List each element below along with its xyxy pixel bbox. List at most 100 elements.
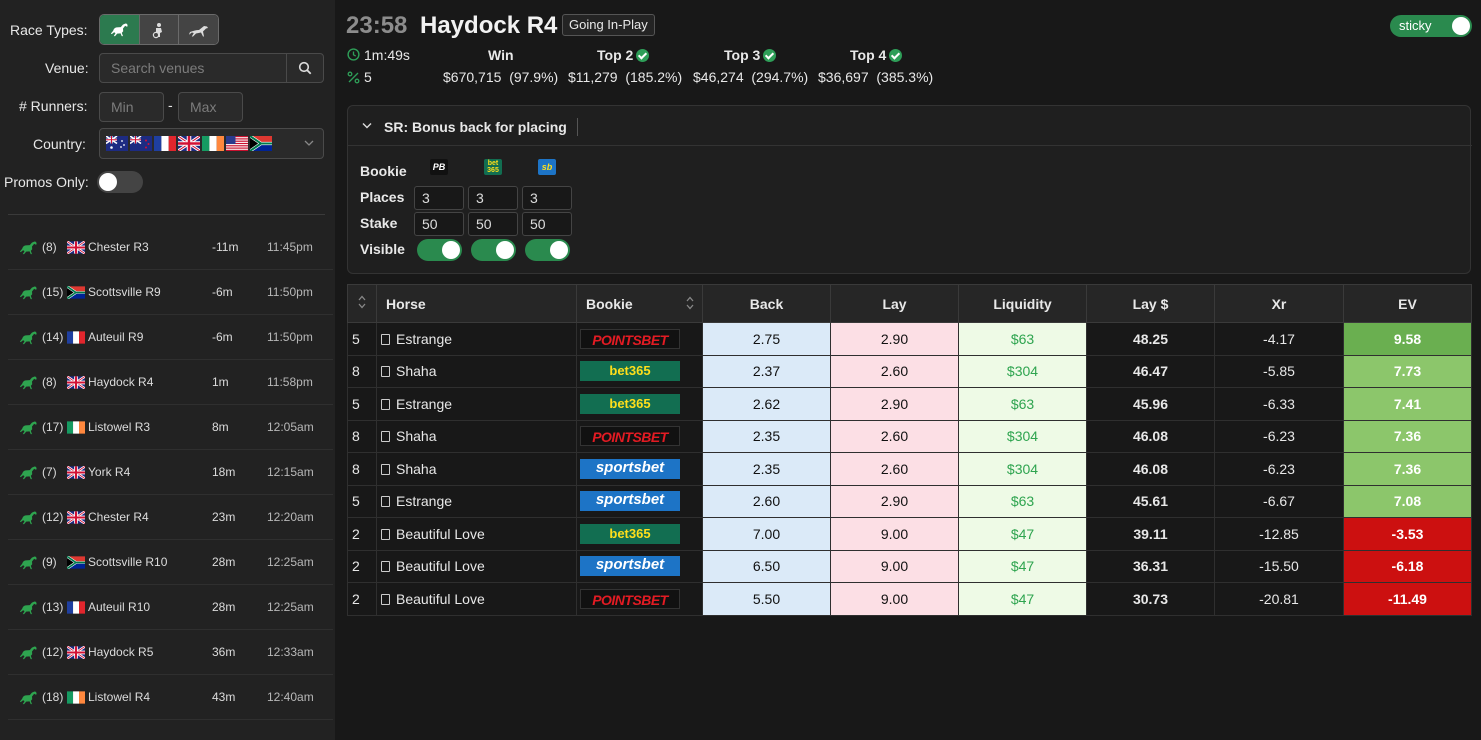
promo-panel-header[interactable]: SR: Bonus back for placing (348, 106, 1472, 146)
horse-cell[interactable]: Shaha (376, 419, 577, 453)
flag-nz-icon (130, 136, 152, 151)
race-type-horse-button[interactable] (100, 15, 140, 44)
horse-name: Shaha (396, 460, 437, 477)
visible-toggle-pointsbet[interactable] (417, 239, 462, 261)
bookie-logo[interactable]: bet365 (580, 361, 680, 382)
bookie-logo[interactable]: bet365 (580, 523, 680, 544)
race-start-time: 12:25am (267, 600, 314, 614)
sidebar: Race Types: Venue: # Runners: - Country: (0, 0, 335, 740)
race-list-item[interactable]: (18) Listowel R4 43m 12:40am (8, 675, 333, 720)
flag-us-icon (226, 136, 248, 151)
table-row[interactable]: 5 Estrange POINTSBET 2.75 2.90 $63 48.25 -4.17 9… (347, 322, 1472, 356)
table-row[interactable]: 8 Shaha bet365 2.37 2.60 $304 46.47 -5.85 7.73 (347, 354, 1472, 388)
race-list-item[interactable]: (8) Haydock R4 1m 11:58pm (8, 360, 333, 405)
horse-racing-icon (18, 600, 38, 616)
copy-icon[interactable] (381, 333, 390, 345)
race-list-item[interactable]: (14) Auteuil R9 -6m 11:50pm (8, 315, 333, 360)
visible-toggle-sportsbet[interactable] (525, 239, 570, 261)
copy-icon[interactable] (381, 398, 390, 410)
horse-cell[interactable]: Shaha (376, 354, 577, 388)
stake-input-pointsbet[interactable] (414, 212, 464, 236)
table-row[interactable]: 5 Estrange sportsbet 2.60 2.90 $63 45.61 -6.67 7… (347, 484, 1472, 518)
copy-icon[interactable] (381, 463, 390, 475)
race-time-to-start: 18m (212, 465, 236, 479)
places-input-sportsbet[interactable] (522, 186, 572, 210)
column-header-lay-stake[interactable]: Lay $ (1086, 284, 1215, 323)
copy-icon[interactable] (381, 561, 390, 573)
copy-icon[interactable] (381, 593, 390, 605)
bookie-logo[interactable]: sportsbet (580, 556, 680, 577)
runners-min-input[interactable] (99, 92, 164, 122)
table-row[interactable]: 2 Beautiful Love POINTSBET 5.50 9.00 $47 30.73… (347, 582, 1472, 616)
horse-cell[interactable]: Beautiful Love (376, 549, 577, 583)
table-row[interactable]: 8 Shaha sportsbet 2.35 2.60 $304 46.08 -6.23 7.3… (347, 452, 1472, 486)
race-runners: (18) (42, 690, 64, 704)
race-list-item[interactable]: (9) Scottsville R10 28m 12:25am (8, 540, 333, 585)
horse-cell[interactable]: Shaha (376, 452, 577, 486)
places-input-bet365[interactable] (468, 186, 518, 210)
race-list-item[interactable]: (13) Auteuil R10 28m 12:25am (8, 585, 333, 630)
bookie-logo[interactable]: sportsbet (580, 458, 680, 479)
back-odds: 6.50 (702, 549, 831, 583)
win-stat: $670,715 (97.9%) (443, 69, 559, 85)
column-header-liquidity[interactable]: Liquidity (958, 284, 1087, 323)
bookie-logo[interactable]: POINTSBET (580, 426, 680, 447)
horse-cell[interactable]: Estrange (376, 387, 577, 421)
stake-input-bet365[interactable] (468, 212, 518, 236)
column-header-ev[interactable]: EV (1343, 284, 1472, 323)
bookie-logo[interactable]: POINTSBET (580, 588, 680, 609)
horse-cell[interactable]: Estrange (376, 322, 577, 356)
column-header-lay[interactable]: Lay (830, 284, 959, 323)
copy-icon[interactable] (381, 431, 390, 443)
column-header-horse[interactable]: Horse (376, 284, 577, 323)
flag-fr-icon (154, 136, 176, 151)
copy-icon[interactable] (381, 496, 390, 508)
race-type-harness-button[interactable] (139, 15, 180, 44)
visible-toggle-bet365[interactable] (471, 239, 516, 261)
top3-stat: $46,274 (294.7%) (693, 69, 809, 85)
column-header-index[interactable] (347, 284, 377, 323)
column-header-back[interactable]: Back (702, 284, 831, 323)
horse-cell[interactable]: Beautiful Love (376, 517, 577, 551)
table-row[interactable]: 2 Beautiful Love bet365 7.00 9.00 $47 39.11 -12… (347, 517, 1472, 551)
venue-search-input[interactable] (99, 53, 287, 83)
race-list-item[interactable]: (12) Chester R4 23m 12:20am (8, 495, 333, 540)
promos-only-toggle[interactable] (97, 171, 143, 193)
race-list-item[interactable]: (17) Listowel R3 8m 12:05am (8, 405, 333, 450)
race-name: Listowel R3 (88, 420, 151, 434)
flag-gb-icon (67, 375, 85, 389)
runners-max-input[interactable] (178, 92, 243, 122)
race-type-greyhound-button[interactable] (179, 15, 218, 44)
copy-icon[interactable] (381, 366, 390, 378)
bookie-logo[interactable]: sportsbet (580, 491, 680, 512)
flag-ie-icon (202, 136, 224, 151)
promo-panel: SR: Bonus back for placing Bookie Places… (347, 105, 1472, 274)
runners-range-dash: - (168, 97, 173, 113)
bookie-logo[interactable]: bet365 (580, 393, 680, 414)
bookie-logo[interactable]: POINTSBET (580, 328, 680, 349)
flag-gb-icon (67, 510, 85, 524)
race-list-item[interactable]: (7) York R4 18m 12:15am (8, 450, 333, 495)
race-list-item[interactable]: (12) Haydock R5 36m 12:33am (8, 630, 333, 675)
table-row[interactable]: 2 Beautiful Love sportsbet 6.50 9.00 $47 36.31… (347, 549, 1472, 583)
copy-icon[interactable] (381, 528, 390, 540)
race-time-to-start: 43m (212, 690, 236, 704)
visible-row-label: Visible (360, 241, 405, 257)
column-header-bookie[interactable]: Bookie (576, 284, 703, 323)
country-select[interactable] (99, 128, 324, 159)
table-row[interactable]: 8 Shaha POINTSBET 2.35 2.60 $304 46.08 -6.23 7.3… (347, 419, 1472, 453)
top2-stat: $11,279 (185.2%) (568, 69, 683, 85)
horse-cell[interactable]: Estrange (376, 484, 577, 518)
stake-input-sportsbet[interactable] (522, 212, 572, 236)
table-row[interactable]: 5 Estrange bet365 2.62 2.90 $63 45.96 -6.33 7.41 (347, 387, 1472, 421)
race-list-item[interactable]: (15) Scottsville R9 -6m 11:50pm (8, 270, 333, 315)
sticky-toggle[interactable]: sticky (1390, 15, 1472, 37)
horse-cell[interactable]: Beautiful Love (376, 582, 577, 616)
race-list: (8) Chester R3 -11m 11:45pm (15) Scottsville … (8, 225, 333, 720)
column-header-xr[interactable]: Xr (1214, 284, 1344, 323)
places-row-label: Places (360, 189, 405, 205)
venue-search-button[interactable] (286, 53, 324, 83)
places-input-pointsbet[interactable] (414, 186, 464, 210)
race-list-item[interactable]: (8) Chester R3 -11m 11:45pm (8, 225, 333, 270)
race-name: Haydock R4 (88, 375, 154, 389)
